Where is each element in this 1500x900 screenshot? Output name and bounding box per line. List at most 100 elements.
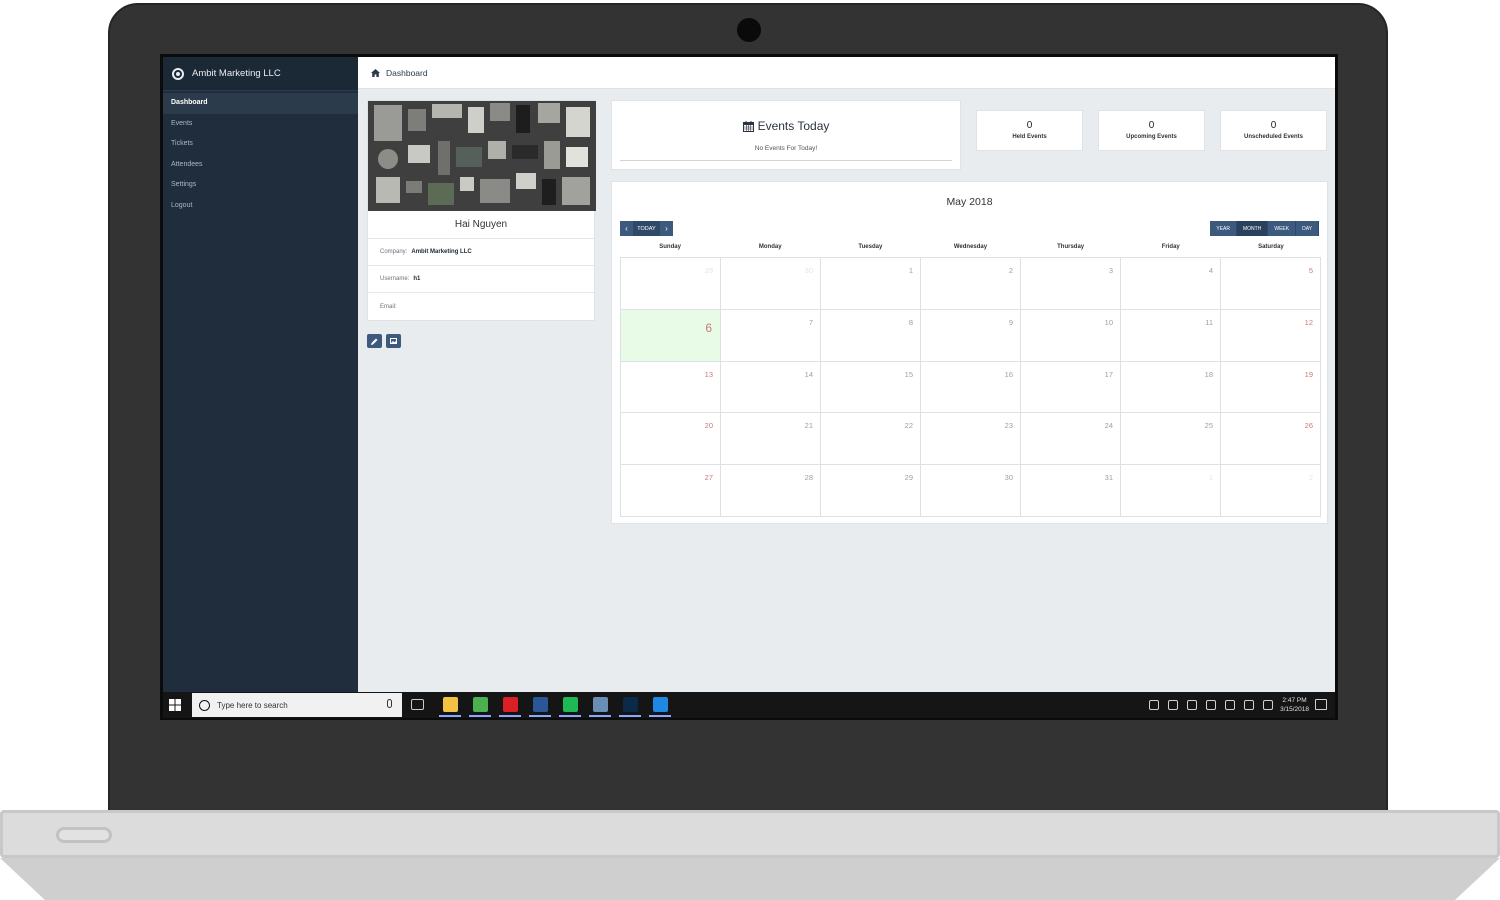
calendar-day[interactable]: 29	[821, 465, 921, 517]
brand-name: Ambit Marketing LLC	[192, 68, 281, 79]
company-label: Company:	[380, 249, 408, 255]
microphone-icon[interactable]	[387, 699, 392, 708]
calendar-day[interactable]: 20	[621, 413, 721, 466]
calendar-day[interactable]: 18	[1121, 361, 1221, 414]
calendar-day[interactable]: 17	[1021, 361, 1121, 414]
windows-start-icon[interactable]	[169, 699, 181, 711]
calendar-day-number: 17	[1104, 369, 1113, 379]
events-today-empty: No Events For Today!	[754, 145, 818, 152]
calendar-day[interactable]: 27	[621, 465, 721, 517]
calendar-day[interactable]: 7	[721, 309, 821, 362]
next-month-button[interactable]: ›	[660, 221, 673, 236]
calendar-day[interactable]: 16	[921, 361, 1021, 414]
sidebar-item-tickets[interactable]: Tickets	[163, 134, 358, 155]
calendar: May 2018 ‹ TODAY › YEAR MONTH WEEK DAY S…	[611, 181, 1328, 524]
chrome-icon[interactable]	[473, 697, 488, 712]
calendar-day[interactable]: 3	[1021, 258, 1121, 310]
unscheduled-events-card[interactable]: 0 Unscheduled Events	[1220, 110, 1327, 151]
calendar-day[interactable]: 25	[1121, 413, 1221, 466]
calendar-day[interactable]: 10	[1021, 309, 1121, 362]
calendar-day[interactable]: 15	[821, 361, 921, 414]
edge-icon[interactable]	[653, 697, 668, 712]
volume-icon[interactable]	[1244, 700, 1254, 710]
calendar-day[interactable]: 2	[921, 258, 1021, 310]
calendar-day[interactable]: 31	[1021, 465, 1121, 517]
task-view-icon[interactable]	[411, 699, 424, 710]
sidebar: Ambit Marketing LLC Dashboard Events Tic…	[163, 57, 358, 692]
sidebar-item-attendees[interactable]: Attendees	[163, 155, 358, 176]
webcam	[737, 18, 761, 42]
calendar-day-number: 5	[1308, 266, 1313, 275]
taskbar-search-box[interactable]: Type here to search	[192, 693, 402, 717]
today-button[interactable]: TODAY	[633, 221, 660, 236]
calendar-day[interactable]: 22	[821, 413, 921, 466]
calendar-day[interactable]: 1	[821, 258, 921, 310]
calendar-day-other-month[interactable]: 29	[621, 258, 721, 310]
calendar-day-other-month[interactable]: 1	[1121, 465, 1221, 517]
pen-icon[interactable]	[1263, 700, 1273, 710]
calendar-day[interactable]: 26	[1221, 413, 1321, 466]
chevron-right-icon: ›	[665, 224, 668, 233]
calendar-day-number: 25	[1204, 421, 1213, 431]
sidebar-item-events[interactable]: Events	[163, 114, 358, 135]
view-day-button[interactable]: DAY	[1296, 221, 1319, 236]
calendar-day-number: 11	[1205, 317, 1213, 327]
calendar-day[interactable]: 23	[921, 413, 1021, 466]
calendar-day[interactable]: 6	[621, 309, 721, 362]
home-icon[interactable]	[371, 68, 380, 77]
profile-card: Hai Nguyen Company: Ambit Marketing LLC …	[367, 100, 596, 321]
profile-name: Hai Nguyen	[368, 211, 594, 239]
app-running-indicator	[619, 715, 641, 717]
creative-cloud-icon[interactable]	[503, 697, 518, 712]
clock-time: 2:47 PM	[1282, 697, 1307, 704]
calendar-day[interactable]: 19	[1221, 361, 1321, 414]
wifi-icon[interactable]	[1225, 700, 1235, 710]
breadcrumb-current[interactable]: Dashboard	[386, 68, 428, 78]
view-month-button[interactable]: MONTH	[1237, 221, 1269, 236]
calendar-day[interactable]: 13	[621, 361, 721, 414]
action-center-icon[interactable]	[1315, 699, 1327, 710]
chevron-up-icon[interactable]	[1168, 700, 1178, 710]
calendar-day[interactable]: 9	[921, 309, 1021, 362]
calendar-day[interactable]: 11	[1121, 309, 1221, 362]
calendar-day[interactable]: 12	[1221, 309, 1321, 362]
people-icon[interactable]	[1149, 700, 1159, 710]
calendar-day[interactable]: 28	[721, 465, 821, 517]
calendar-day[interactable]: 21	[721, 413, 821, 466]
calendar-day-other-month[interactable]: 30	[721, 258, 821, 310]
view-week-button[interactable]: WEEK	[1268, 221, 1297, 236]
sidebar-item-settings[interactable]: Settings	[163, 175, 358, 196]
calendar-day-other-month[interactable]: 2	[1221, 465, 1321, 517]
sidebar-item-dashboard[interactable]: Dashboard	[163, 93, 358, 114]
brand[interactable]: Ambit Marketing LLC	[163, 57, 358, 91]
calendar-day[interactable]: 30	[921, 465, 1021, 517]
view-year-button[interactable]: YEAR	[1210, 221, 1237, 236]
calendar-day-number: 29	[904, 473, 913, 483]
word-icon[interactable]	[533, 697, 548, 712]
photoshop-icon[interactable]	[623, 697, 638, 712]
calendar-day[interactable]: 14	[721, 361, 821, 414]
divider	[620, 160, 952, 161]
taskbar-clock[interactable]: 2:47 PM 3/15/2018	[1280, 696, 1309, 714]
profile-username-row: Username: h1	[368, 266, 594, 293]
events-today-panel: Events Today No Events For Today!	[611, 100, 961, 170]
calendar-day[interactable]: 4	[1121, 258, 1221, 310]
calendar-day[interactable]: 8	[821, 309, 921, 362]
unscheduled-events-label: Unscheduled Events	[1243, 134, 1303, 140]
onedrive-icon[interactable]	[1187, 700, 1197, 710]
file-explorer-icon[interactable]	[443, 697, 458, 712]
calendar-day-number: 31	[1104, 473, 1113, 483]
battery-icon[interactable]	[1206, 700, 1216, 710]
steam-icon[interactable]	[593, 697, 608, 712]
sidebar-item-logout[interactable]: Logout	[163, 196, 358, 217]
calendar-day[interactable]: 24	[1021, 413, 1121, 466]
spotify-icon[interactable]	[563, 697, 578, 712]
calendar-day-number: 26	[1304, 421, 1313, 431]
edit-profile-button[interactable]	[367, 334, 382, 348]
change-photo-button[interactable]	[386, 334, 401, 348]
prev-month-button[interactable]: ‹	[620, 221, 633, 236]
held-events-card[interactable]: 0 Held Events	[976, 110, 1083, 151]
calendar-day-number: 27	[704, 473, 713, 483]
calendar-day[interactable]: 5	[1221, 258, 1321, 310]
upcoming-events-card[interactable]: 0 Upcoming Events	[1098, 110, 1205, 151]
